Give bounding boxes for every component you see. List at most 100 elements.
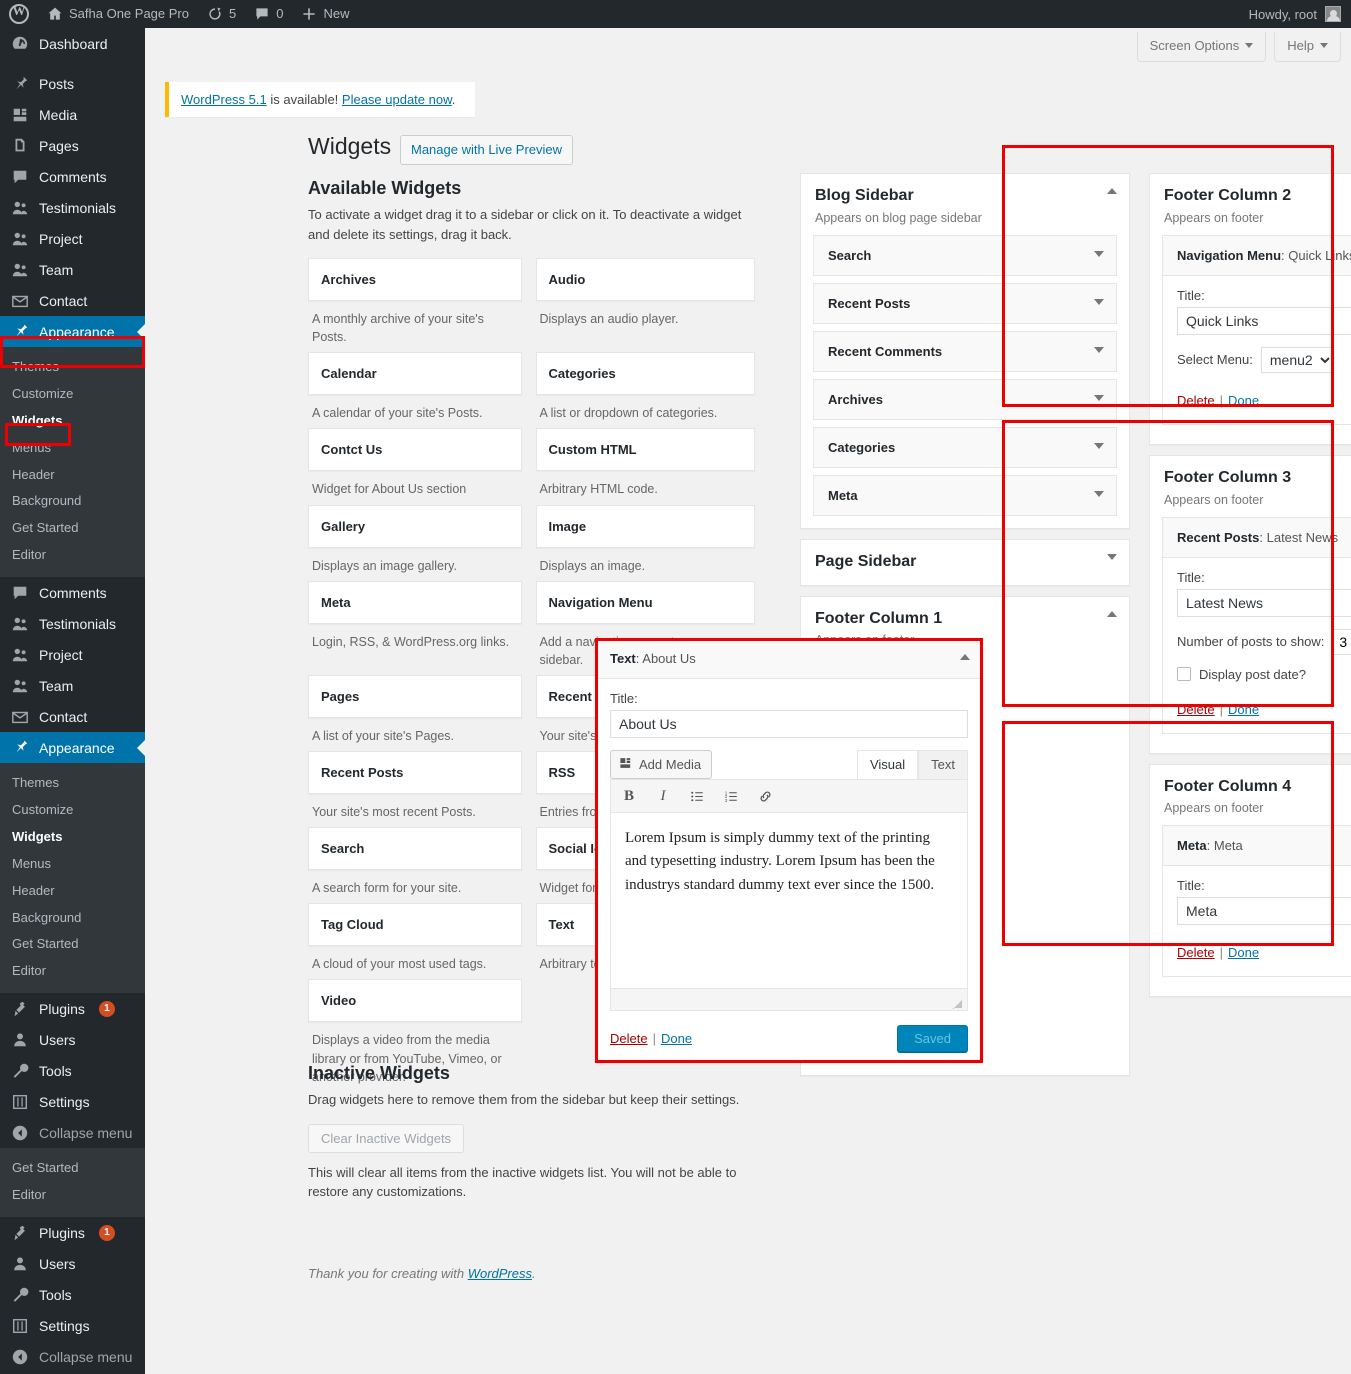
- manage-live-preview-button[interactable]: Manage with Live Preview: [400, 135, 574, 166]
- sidebar-subitem-menus-2[interactable]: Menus: [0, 851, 145, 878]
- widget-archives[interactable]: Archives: [308, 258, 522, 301]
- wordpress-link[interactable]: WordPress: [468, 1266, 532, 1281]
- resize-handle-icon[interactable]: [953, 997, 963, 1009]
- update-now-link[interactable]: Please update now: [342, 92, 452, 107]
- number-of-posts-input[interactable]: [1332, 628, 1351, 655]
- sidebar-subitem-get-started[interactable]: Get Started: [0, 515, 145, 542]
- chevron-down-icon[interactable]: [1094, 346, 1104, 353]
- widget-pages[interactable]: Pages: [308, 674, 522, 718]
- widget-video[interactable]: Video: [308, 979, 522, 1023]
- comments-menu[interactable]: 0: [245, 0, 292, 28]
- sidebar-item-appearance[interactable]: Appearance: [0, 316, 145, 347]
- sidebar-subitem-editor-3[interactable]: Editor: [0, 1182, 145, 1209]
- title-input[interactable]: [1177, 897, 1351, 926]
- sidebar-subitem-menus[interactable]: Menus: [0, 435, 145, 462]
- italic-icon[interactable]: I: [653, 786, 673, 806]
- tab-visual[interactable]: Visual: [856, 750, 919, 779]
- sidebar-subitem-header-2[interactable]: Header: [0, 878, 145, 905]
- sidebar-item-project-2[interactable]: Project: [0, 639, 145, 670]
- sidebar-subitem-background-2[interactable]: Background: [0, 905, 145, 932]
- select-menu-dropdown[interactable]: menu2: [1260, 346, 1334, 373]
- sidebar-item-tools-2[interactable]: Tools: [0, 1279, 145, 1310]
- sidebar-item-contact[interactable]: Contact: [0, 285, 145, 316]
- chevron-down-icon[interactable]: [1094, 490, 1104, 497]
- sidebar-item-dashboard[interactable]: Dashboard: [0, 28, 145, 59]
- chevron-down-icon[interactable]: [1094, 250, 1104, 257]
- sidebar-subitem-widgets[interactable]: Widgets: [0, 408, 145, 435]
- chevron-down-icon[interactable]: [1094, 394, 1104, 401]
- chevron-up-icon[interactable]: [1107, 188, 1117, 194]
- chevron-down-icon[interactable]: [1094, 298, 1104, 305]
- avatar[interactable]: [1325, 6, 1341, 22]
- sidebar-widget-recent-comments[interactable]: Recent Comments: [813, 330, 1117, 372]
- clear-inactive-widgets-button[interactable]: Clear Inactive Widgets: [308, 1123, 465, 1153]
- sidebar-item-team[interactable]: Team: [0, 254, 145, 285]
- new-content-menu[interactable]: New: [292, 0, 358, 28]
- widget-meta-header[interactable]: Meta: Meta: [1163, 826, 1351, 867]
- widget-nav-menu-header[interactable]: Navigation Menu: Quick Links: [1163, 235, 1351, 276]
- done-link[interactable]: Done: [661, 1031, 692, 1046]
- sidebar-subitem-themes[interactable]: Themes: [0, 354, 145, 381]
- widget-image[interactable]: Image: [535, 504, 755, 548]
- wp-logo-menu[interactable]: [0, 0, 38, 28]
- delete-link[interactable]: Delete: [610, 1031, 648, 1046]
- panel-blog-sidebar-header[interactable]: Blog Sidebar Appears on blog page sideba…: [801, 174, 1129, 227]
- sidebar-subitem-customize-2[interactable]: Customize: [0, 797, 145, 824]
- widget-text-header[interactable]: Text: About Us: [596, 639, 982, 679]
- widget-meta[interactable]: Meta: [308, 580, 522, 624]
- howdy-label[interactable]: Howdy, root: [1249, 7, 1317, 22]
- sidebar-subitem-background[interactable]: Background: [0, 488, 145, 515]
- sidebar-subitem-get-started-2[interactable]: Get Started: [0, 931, 145, 958]
- sidebar-item-settings[interactable]: Settings: [0, 1086, 145, 1117]
- updates-menu[interactable]: 5: [198, 0, 245, 28]
- panel-page-sidebar-header[interactable]: Page Sidebar: [801, 540, 1129, 585]
- help-button[interactable]: Help: [1274, 32, 1341, 62]
- saved-button[interactable]: Saved: [897, 1025, 968, 1052]
- wordpress-version-link[interactable]: WordPress 5.1: [181, 92, 267, 107]
- sidebar-subitem-editor-2[interactable]: Editor: [0, 958, 145, 985]
- widget-recent-posts-header[interactable]: Recent Posts: Latest News: [1163, 517, 1351, 558]
- add-media-button[interactable]: Add Media: [610, 750, 713, 779]
- sidebar-subitem-editor[interactable]: Editor: [0, 542, 145, 569]
- screen-options-button[interactable]: Screen Options: [1136, 32, 1267, 62]
- sidebar-item-plugins-2[interactable]: Plugins 1: [0, 1217, 145, 1248]
- sidebar-subitem-get-started-3[interactable]: Get Started: [0, 1155, 145, 1182]
- done-link[interactable]: Done: [1228, 945, 1259, 960]
- panel-footer-column-4-header[interactable]: Footer Column 4 Appears on footer: [1150, 765, 1351, 818]
- sidebar-item-testimonials[interactable]: Testimonials: [0, 192, 145, 223]
- chevron-up-icon[interactable]: [1107, 610, 1117, 617]
- link-icon[interactable]: [755, 786, 775, 806]
- sidebar-item-contact-2[interactable]: Contact: [0, 701, 145, 732]
- editor-content[interactable]: Lorem Ipsum is simply dummy text of the …: [611, 813, 967, 988]
- sidebar-item-collapse-menu[interactable]: Collapse menu: [0, 1117, 145, 1148]
- sidebar-item-testimonials-2[interactable]: Testimonials: [0, 608, 145, 639]
- sidebar-item-team-2[interactable]: Team: [0, 670, 145, 701]
- sidebar-item-appearance-2[interactable]: Appearance: [0, 732, 145, 764]
- sidebar-widget-meta[interactable]: Meta: [813, 474, 1117, 516]
- sidebar-item-users-2[interactable]: Users: [0, 1248, 145, 1279]
- sidebar-item-posts[interactable]: Posts: [0, 68, 145, 99]
- site-name-menu[interactable]: Safha One Page Pro: [38, 0, 198, 28]
- bold-icon[interactable]: B: [619, 786, 639, 806]
- chevron-down-icon[interactable]: [1094, 442, 1104, 449]
- sidebar-item-settings-2[interactable]: Settings: [0, 1310, 145, 1341]
- widget-gallery[interactable]: Gallery: [308, 504, 522, 548]
- numbered-list-icon[interactable]: 123: [721, 786, 741, 806]
- panel-footer-column-3-header[interactable]: Footer Column 3 Appears on footer: [1150, 456, 1351, 509]
- sidebar-widget-archives[interactable]: Archives: [813, 378, 1117, 420]
- sidebar-item-media[interactable]: Media: [0, 99, 145, 130]
- sidebar-item-comments-2[interactable]: Comments: [0, 577, 145, 608]
- sidebar-widget-search[interactable]: Search: [813, 234, 1117, 276]
- sidebar-widget-recent-posts[interactable]: Recent Posts: [813, 282, 1117, 324]
- delete-link[interactable]: Delete: [1177, 702, 1215, 717]
- widget-search[interactable]: Search: [308, 827, 522, 871]
- widget-calendar[interactable]: Calendar: [308, 352, 522, 396]
- sidebar-subitem-header[interactable]: Header: [0, 462, 145, 489]
- chevron-up-icon[interactable]: [960, 654, 970, 660]
- widget-audio[interactable]: Audio: [535, 258, 755, 301]
- sidebar-item-tools[interactable]: Tools: [0, 1055, 145, 1086]
- widget-tag-cloud[interactable]: Tag Cloud: [308, 903, 522, 947]
- done-link[interactable]: Done: [1228, 393, 1259, 408]
- panel-footer-column-2-header[interactable]: Footer Column 2 Appears on footer: [1150, 174, 1351, 227]
- sidebar-item-pages[interactable]: Pages: [0, 130, 145, 161]
